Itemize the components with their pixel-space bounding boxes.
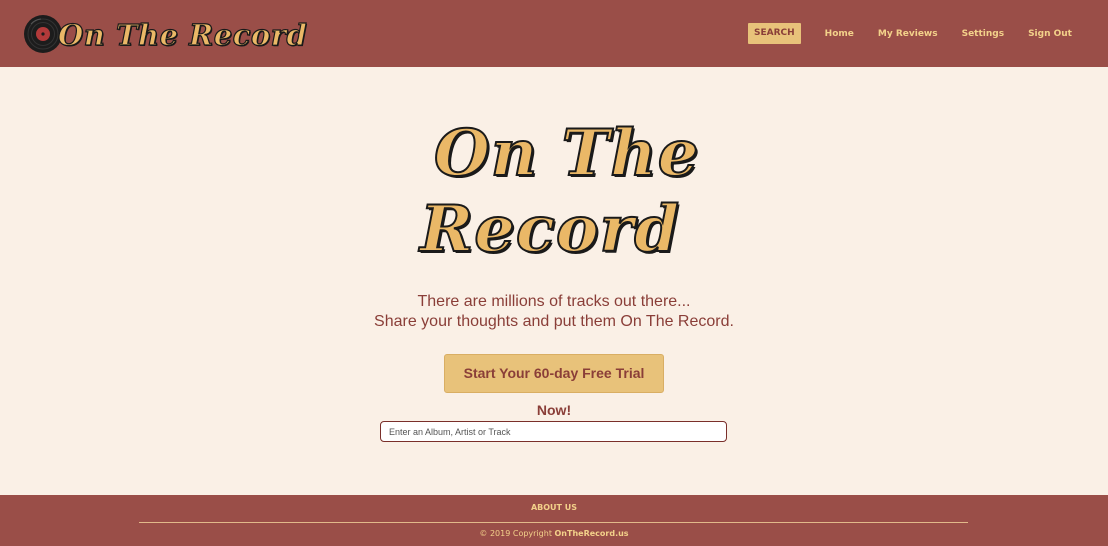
copyright-prefix: © 2019 Copyright [479, 529, 555, 538]
nav-search-button[interactable]: SEARCH [748, 23, 801, 44]
site-header: On The Record SEARCH Home My Reviews Set… [0, 0, 1108, 67]
vinyl-record-icon [23, 14, 63, 54]
tagline-line-1: There are millions of tracks out there..… [417, 293, 691, 310]
nav-settings-link[interactable]: Settings [962, 29, 1004, 39]
main-nav: SEARCH Home My Reviews Settings Sign Out [748, 23, 1072, 44]
tagline-line-2: Share your thoughts and put them On The … [374, 313, 734, 330]
hero-logo-line-2: Record [419, 191, 681, 268]
free-trial-button[interactable]: Start Your 60-day Free Trial Now! [444, 354, 664, 418]
footer-divider [139, 522, 968, 523]
site-footer: ABOUT US © 2019 Copyright OnTheRecord.us [0, 495, 1108, 546]
search-input[interactable] [380, 421, 727, 442]
nav-home-link[interactable]: Home [825, 29, 854, 39]
tagline: There are millions of tracks out there..… [0, 292, 1108, 332]
nav-my-reviews-link[interactable]: My Reviews [878, 29, 938, 39]
copyright: © 2019 Copyright OnTheRecord.us [0, 529, 1108, 538]
nav-sign-out-link[interactable]: Sign Out [1028, 29, 1072, 39]
about-us-link[interactable]: ABOUT US [0, 503, 1108, 512]
copyright-site-link[interactable]: OnTheRecord.us [555, 529, 629, 538]
site-logo-text: On The Record [57, 17, 308, 52]
hero-logo: On The Record [419, 112, 700, 272]
hero-logo-line-1: On The [433, 115, 700, 192]
site-logo[interactable]: On The Record [23, 11, 312, 57]
